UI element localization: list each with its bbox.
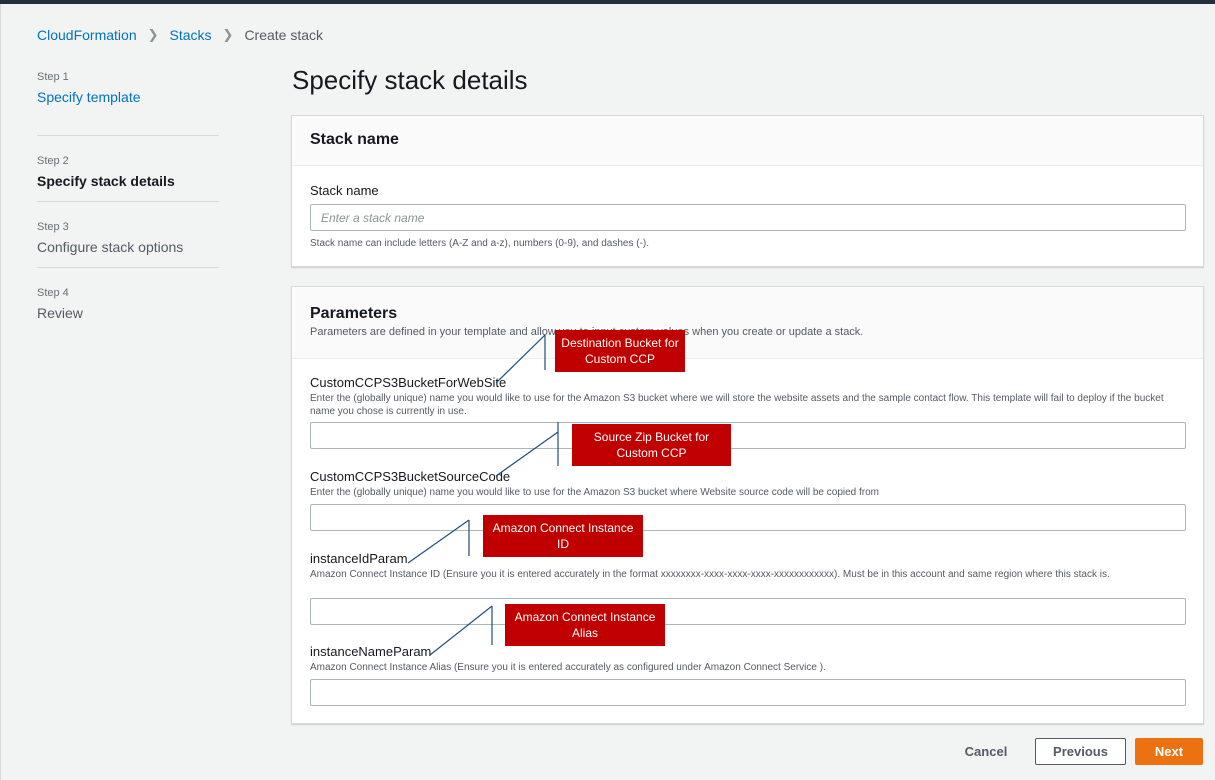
panel-body: Stack name Stack name can include letter…: [292, 183, 1203, 250]
wizard-step-4: Step 4 Review: [37, 268, 219, 334]
stack-name-label: Stack name: [310, 183, 379, 198]
breadcrumb: CloudFormation ❯ Stacks ❯ Create stack: [37, 27, 323, 43]
param-instance-name-input[interactable]: [310, 679, 1186, 706]
step-link-specify-template[interactable]: Specify template: [37, 88, 219, 106]
wizard-step-2: Step 2 Specify stack details: [37, 136, 219, 202]
param-name: CustomCCPS3BucketForWebSite: [310, 375, 507, 390]
stack-name-panel: Stack name Stack name Stack name can inc…: [291, 115, 1204, 267]
step-number: Step 1: [37, 71, 69, 83]
panel-heading: Stack name: [310, 131, 399, 148]
page-title: Specify stack details: [292, 65, 528, 95]
param-instance-name: instanceNameParam Amazon Connect Instanc…: [310, 644, 1186, 674]
param-instance-id: instanceIdParam Amazon Connect Instance …: [310, 551, 1186, 581]
wizard-step-1: Step 1 Specify template: [37, 70, 219, 136]
step-number: Step 3: [37, 221, 69, 233]
callout-destination-bucket: Destination Bucket for Custom CCP: [555, 330, 685, 372]
step-number: Step 4: [37, 287, 69, 299]
callout-source-bucket: Source Zip Bucket for Custom CCP: [572, 424, 731, 466]
panel-description: Parameters are defined in your template …: [310, 326, 864, 338]
param-description: Amazon Connect Instance ID (Ensure you i…: [310, 569, 1110, 580]
param-name: CustomCCPS3BucketSourceCode: [310, 469, 511, 484]
breadcrumb-cloudformation[interactable]: CloudFormation: [37, 27, 137, 43]
stack-name-hint: Stack name can include letters (A-Z and …: [310, 238, 650, 249]
panel-header: Parameters Parameters are defined in you…: [292, 287, 1203, 359]
cancel-button[interactable]: Cancel: [950, 739, 1022, 763]
callout-instance-id: Amazon Connect Instance ID: [483, 515, 643, 557]
chevron-right-icon: ❯: [147, 27, 159, 42]
step-number: Step 2: [37, 155, 69, 167]
param-bucket-source-input[interactable]: [310, 504, 1186, 531]
previous-button[interactable]: Previous: [1035, 738, 1126, 765]
param-bucket-source: CustomCCPS3BucketSourceCode Enter the (g…: [310, 469, 1186, 499]
breadcrumb-stacks[interactable]: Stacks: [170, 27, 212, 43]
step-title-active: Specify stack details: [37, 173, 175, 189]
param-name: instanceIdParam: [310, 551, 408, 566]
step-title: Review: [37, 305, 83, 321]
wizard-step-3: Step 3 Configure stack options: [37, 202, 219, 268]
param-name: instanceNameParam: [310, 644, 432, 659]
chevron-right-icon: ❯: [222, 27, 234, 42]
stack-name-input[interactable]: [310, 204, 1186, 231]
param-bucket-website-input[interactable]: [310, 422, 1186, 449]
next-button[interactable]: Next: [1135, 738, 1203, 765]
param-bucket-website: CustomCCPS3BucketForWebSite Enter the (g…: [310, 375, 1186, 418]
panel-header: Stack name: [292, 116, 1203, 166]
step-title: Configure stack options: [37, 239, 184, 255]
parameters-panel: Parameters Parameters are defined in you…: [291, 286, 1204, 724]
wizard-steps: Step 1 Specify template Step 2 Specify s…: [37, 70, 219, 334]
top-bar: [0, 0, 1215, 4]
param-instance-id-input[interactable]: [310, 598, 1186, 625]
breadcrumb-current: Create stack: [244, 27, 324, 43]
param-description: Enter the (globally unique) name you wou…: [310, 487, 880, 498]
callout-instance-alias: Amazon Connect Instance Alias: [505, 604, 665, 646]
left-border: [0, 4, 1, 780]
panel-heading: Parameters: [310, 305, 398, 322]
param-description: Amazon Connect Instance Alias (Ensure yo…: [310, 662, 826, 673]
param-description: Enter the (globally unique) name you wou…: [310, 393, 1164, 417]
